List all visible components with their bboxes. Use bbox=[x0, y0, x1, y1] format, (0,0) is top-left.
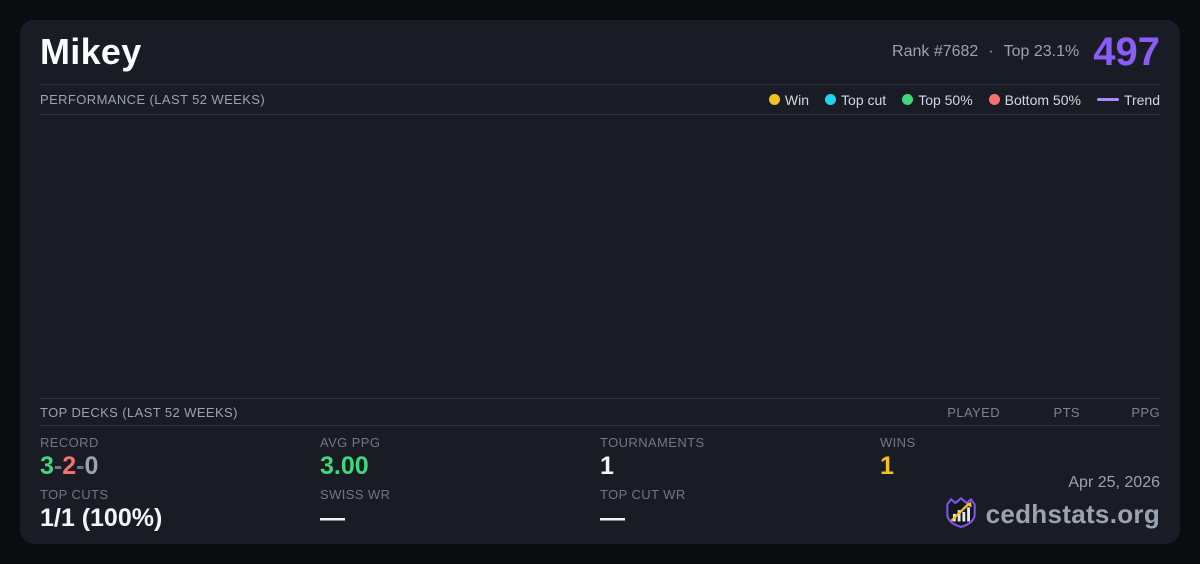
top-percent-text: Top 23.1% bbox=[1003, 43, 1080, 60]
legend-label: Trend bbox=[1123, 91, 1160, 108]
player-stats-card: Mikey Rank #7682 · Top 23.1% 497 PERFORM… bbox=[20, 20, 1180, 544]
legend-item-bottom-50[interactable]: Bottom 50% bbox=[988, 91, 1081, 108]
card-header: Mikey Rank #7682 · Top 23.1% 497 bbox=[40, 20, 1160, 85]
legend-item-top-cut[interactable]: Top cut bbox=[825, 92, 886, 108]
header-right: Rank #7682 · Top 23.1% 497 bbox=[892, 32, 1160, 72]
performance-header-row: PERFORMANCE (LAST 52 WEEKS) Win Top cut … bbox=[40, 85, 1160, 115]
legend-label: Win bbox=[784, 91, 810, 108]
performance-chart-area bbox=[40, 115, 1160, 398]
top-decks-section-title: TOP DECKS (LAST 52 WEEKS) bbox=[40, 404, 238, 420]
player-name: Mikey bbox=[40, 31, 142, 72]
top-cut-dot-icon bbox=[825, 94, 837, 105]
stat-avg-ppg: AVG PPG 3.00 bbox=[320, 435, 600, 481]
stat-label: WINS bbox=[880, 435, 916, 450]
chart-legend: Win Top cut Top 50% Bottom 50% Trend bbox=[768, 91, 1160, 108]
stat-label: SWISS WR bbox=[320, 486, 391, 502]
stat-record: RECORD 3-2-0 bbox=[40, 435, 320, 481]
stat-label: TOP CUTS bbox=[40, 486, 109, 502]
top-cut-wr-value: — bbox=[600, 503, 625, 532]
card-footer: Apr 25, 2026 cedhstats.org bbox=[944, 474, 1160, 534]
stat-label: TOURNAMENTS bbox=[600, 435, 705, 450]
column-played: PLAYED bbox=[947, 404, 1000, 420]
legend-item-trend[interactable]: Trend bbox=[1096, 91, 1160, 108]
legend-label: Top cut bbox=[841, 91, 887, 108]
points-value: 497 bbox=[1093, 30, 1160, 74]
rank-separator-dot: · bbox=[988, 43, 994, 60]
stat-swiss-wr: SWISS WR — bbox=[320, 487, 600, 533]
legend-label: Top 50% bbox=[918, 91, 973, 108]
column-pts: PTS bbox=[1053, 404, 1080, 420]
stat-top-cuts: TOP CUTS 1/1 (100%) bbox=[40, 487, 320, 533]
record-value: 3-2-0 bbox=[40, 452, 320, 481]
top-cuts-value: 1/1 (100%) bbox=[40, 503, 163, 532]
tournaments-value: 1 bbox=[600, 452, 614, 480]
top-decks-header-row: TOP DECKS (LAST 52 WEEKS) PLAYED PTS PPG bbox=[40, 398, 1160, 426]
avg-ppg-value: 3.00 bbox=[320, 452, 369, 480]
top-50-dot-icon bbox=[902, 94, 914, 105]
rank-line: Rank #7682 · Top 23.1% bbox=[892, 43, 1079, 61]
rank-text: Rank #7682 bbox=[892, 43, 979, 60]
stat-top-cut-wr: TOP CUT WR — bbox=[600, 487, 880, 533]
swiss-wr-value: — bbox=[320, 503, 345, 532]
column-ppg: PPG bbox=[1131, 404, 1160, 420]
legend-label: Bottom 50% bbox=[1004, 91, 1081, 108]
legend-item-win[interactable]: Win bbox=[768, 91, 810, 108]
brand-link[interactable]: cedhstats.org bbox=[944, 495, 1160, 534]
performance-section-title: PERFORMANCE (LAST 52 WEEKS) bbox=[40, 92, 266, 107]
record-draws: 0 bbox=[84, 452, 99, 480]
stat-tournaments: TOURNAMENTS 1 bbox=[600, 435, 880, 481]
stat-label: AVG PPG bbox=[320, 435, 381, 450]
record-separator: - bbox=[53, 452, 63, 480]
cedhstats-logo-icon bbox=[944, 495, 978, 534]
legend-item-top-50[interactable]: Top 50% bbox=[902, 91, 973, 108]
trend-line-icon bbox=[1096, 98, 1119, 101]
win-dot-icon bbox=[768, 94, 780, 105]
date-text: Apr 25, 2026 bbox=[1068, 474, 1160, 491]
record-wins: 3 bbox=[40, 452, 54, 480]
record-losses: 2 bbox=[62, 452, 77, 480]
stat-label: RECORD bbox=[40, 435, 99, 450]
stat-label: TOP CUT WR bbox=[600, 486, 686, 502]
bottom-50-dot-icon bbox=[988, 94, 1000, 105]
top-decks-columns: PLAYED PTS PPG bbox=[920, 405, 1160, 420]
brand-text: cedhstats.org bbox=[985, 499, 1160, 529]
